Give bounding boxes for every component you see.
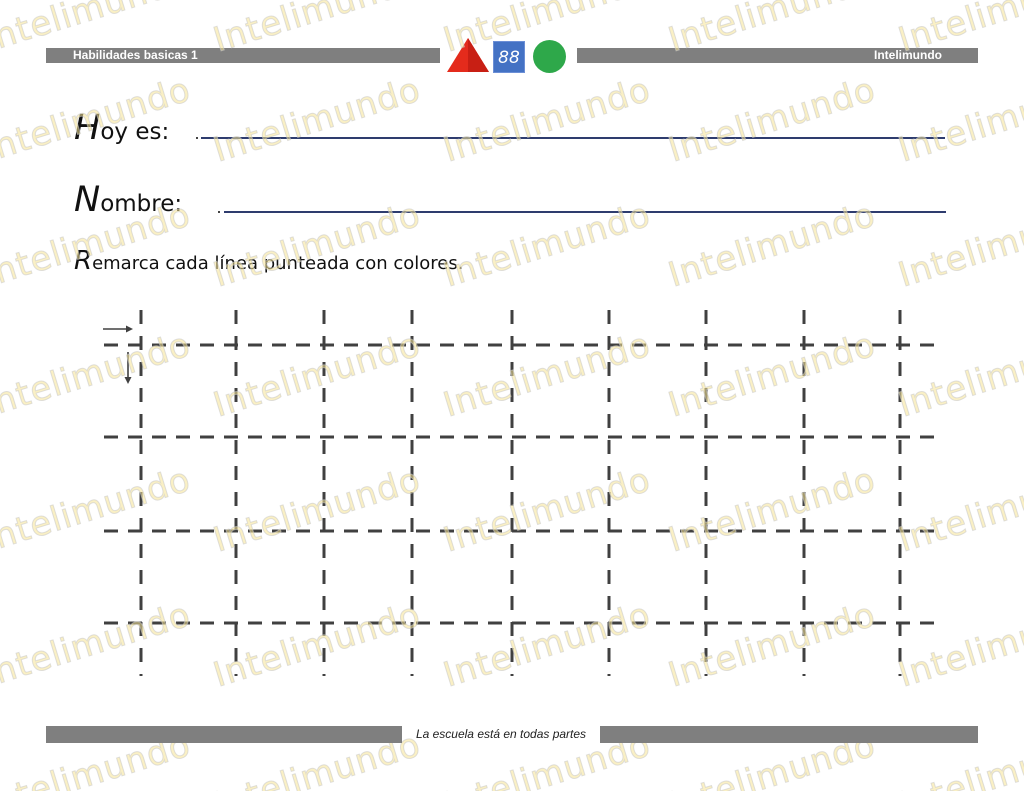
arrow-down-icon xyxy=(124,352,132,384)
horizontal-dashed-lines xyxy=(104,343,942,625)
vertical-dashed-lines xyxy=(139,310,902,676)
footer-right-bar xyxy=(600,726,978,743)
footer-left-bar xyxy=(46,726,402,743)
tracing-grid xyxy=(103,310,942,676)
footer-slogan: La escuela está en todas partes xyxy=(415,727,587,741)
arrow-right-icon xyxy=(103,325,133,333)
